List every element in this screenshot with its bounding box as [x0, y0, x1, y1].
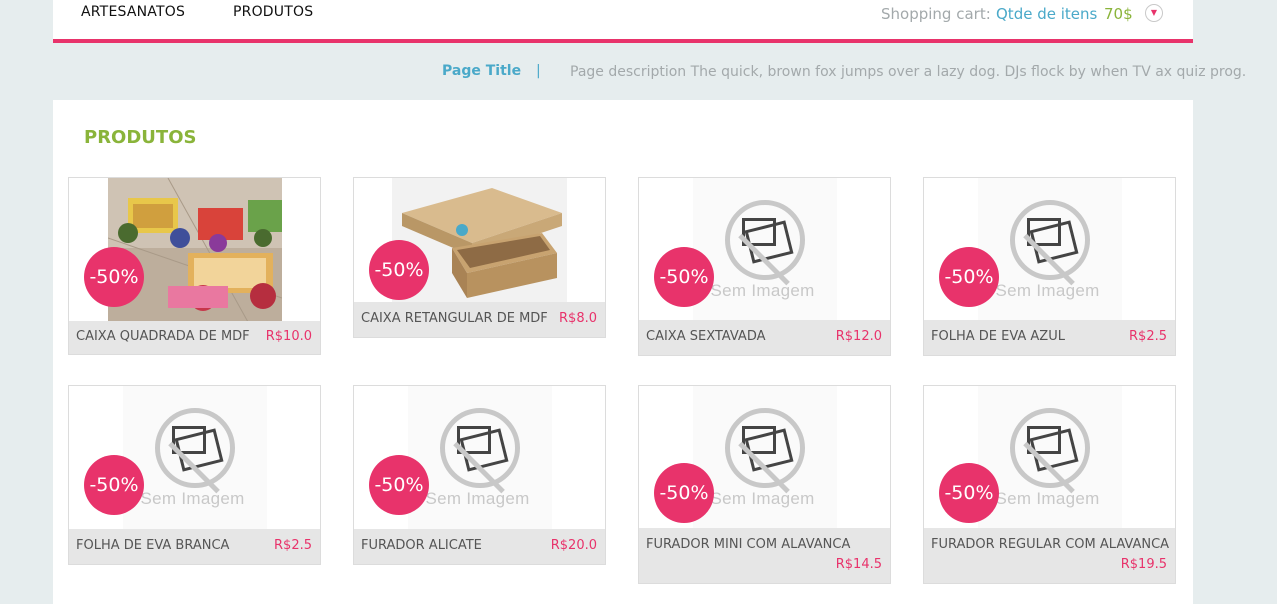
cart-total-price: 70$: [1104, 5, 1133, 23]
placeholder-label: Sem Imagem: [710, 281, 815, 300]
chevron-down-icon[interactable]: ▼: [1145, 4, 1163, 22]
nav-item-artesanatos[interactable]: ARTESANATOS: [81, 4, 185, 20]
product-caption: FURADOR REGULAR COM ALAVANCA R$19.5: [924, 528, 1175, 583]
no-image-placeholder: Sem Imagem: [977, 386, 1122, 530]
product-card[interactable]: Sem Imagem -50% FOLHA DE EVA AZUL R$2.5: [923, 177, 1176, 356]
product-name[interactable]: FURADOR REGULAR COM ALAVANCA: [931, 537, 1169, 552]
placeholder-label: Sem Imagem: [710, 489, 815, 508]
discount-badge: -50%: [369, 240, 429, 300]
section-title: PRODUTOS: [84, 127, 197, 148]
product-price: R$20.0: [550, 538, 597, 553]
product-price: R$2.5: [274, 538, 312, 553]
placeholder-label: Sem Imagem: [995, 489, 1100, 508]
product-name[interactable]: CAIXA RETANGULAR DE MDF: [361, 311, 548, 326]
discount-badge: -50%: [84, 247, 144, 307]
product-card[interactable]: Sem Imagem -50% FOLHA DE EVA BRANCA R$2.…: [68, 385, 321, 565]
product-card[interactable]: Sem Imagem -50% CAIXA SEXTAVADA R$12.0: [638, 177, 891, 356]
top-navigation-bar: ARTESANATOS PRODUTOS Shopping cart: Qtde…: [53, 0, 1193, 43]
placeholder-label: Sem Imagem: [140, 489, 245, 508]
title-separator: |: [536, 63, 541, 79]
product-caption: FURADOR ALICATE R$20.0: [354, 529, 605, 564]
product-price: R$19.5: [1120, 557, 1167, 572]
product-name[interactable]: CAIXA SEXTAVADA: [646, 329, 766, 344]
product-caption: FOLHA DE EVA AZUL R$2.5: [924, 320, 1175, 355]
product-name[interactable]: CAIXA QUADRADA DE MDF: [76, 329, 250, 344]
product-price: R$12.0: [835, 329, 882, 344]
nav-item-produtos[interactable]: PRODUTOS: [233, 4, 313, 20]
products-content: PRODUTOS -50% CAIXA QUADRADA DE MDF R$10…: [53, 100, 1193, 604]
discount-badge: -50%: [654, 463, 714, 523]
page-title: Page Title: [442, 63, 522, 79]
page-header-band: Page Title | Page description The quick,…: [53, 43, 1246, 100]
no-image-placeholder: Sem Imagem: [977, 178, 1122, 322]
cart-items-link[interactable]: Qtde de itens: [996, 5, 1097, 23]
product-card[interactable]: -50% CAIXA RETANGULAR DE MDF R$8.0: [353, 177, 606, 338]
no-image-placeholder: Sem Imagem: [692, 386, 837, 530]
product-caption: FOLHA DE EVA BRANCA R$2.5: [69, 529, 320, 564]
shopping-cart-label: Shopping cart:: [881, 5, 991, 23]
discount-badge: -50%: [369, 455, 429, 515]
page-description: Page description The quick, brown fox ju…: [570, 64, 1247, 80]
product-caption: FURADOR MINI COM ALAVANCA R$14.5: [639, 528, 890, 583]
no-image-placeholder: Sem Imagem: [692, 178, 837, 322]
discount-badge: -50%: [939, 247, 999, 307]
product-card[interactable]: Sem Imagem -50% FURADOR MINI COM ALAVANC…: [638, 385, 891, 584]
product-name[interactable]: FOLHA DE EVA AZUL: [931, 329, 1065, 344]
product-card[interactable]: -50% CAIXA QUADRADA DE MDF R$10.0: [68, 177, 321, 355]
discount-badge: -50%: [84, 455, 144, 515]
placeholder-label: Sem Imagem: [425, 489, 530, 508]
discount-badge: -50%: [939, 463, 999, 523]
toy-carts-photo: [107, 178, 282, 322]
product-price: R$14.5: [835, 557, 882, 572]
product-caption: CAIXA SEXTAVADA R$12.0: [639, 320, 890, 355]
discount-badge: -50%: [654, 247, 714, 307]
page-wrapper: ARTESANATOS PRODUTOS Shopping cart: Qtde…: [53, 0, 1246, 604]
product-price: R$8.0: [559, 311, 597, 326]
product-caption: CAIXA QUADRADA DE MDF R$10.0: [69, 321, 320, 354]
no-image-placeholder: Sem Imagem: [122, 386, 267, 530]
no-image-placeholder: Sem Imagem: [407, 386, 552, 530]
product-card[interactable]: Sem Imagem -50% FURADOR REGULAR COM ALAV…: [923, 385, 1176, 584]
product-name[interactable]: FURADOR MINI COM ALAVANCA: [646, 537, 850, 552]
product-price: R$2.5: [1129, 329, 1167, 344]
placeholder-label: Sem Imagem: [995, 281, 1100, 300]
product-name[interactable]: FOLHA DE EVA BRANCA: [76, 538, 229, 553]
product-price: R$10.0: [265, 329, 312, 344]
product-caption: CAIXA RETANGULAR DE MDF R$8.0: [354, 302, 605, 337]
product-card[interactable]: Sem Imagem -50% FURADOR ALICATE R$20.0: [353, 385, 606, 565]
product-name[interactable]: FURADOR ALICATE: [361, 538, 482, 553]
